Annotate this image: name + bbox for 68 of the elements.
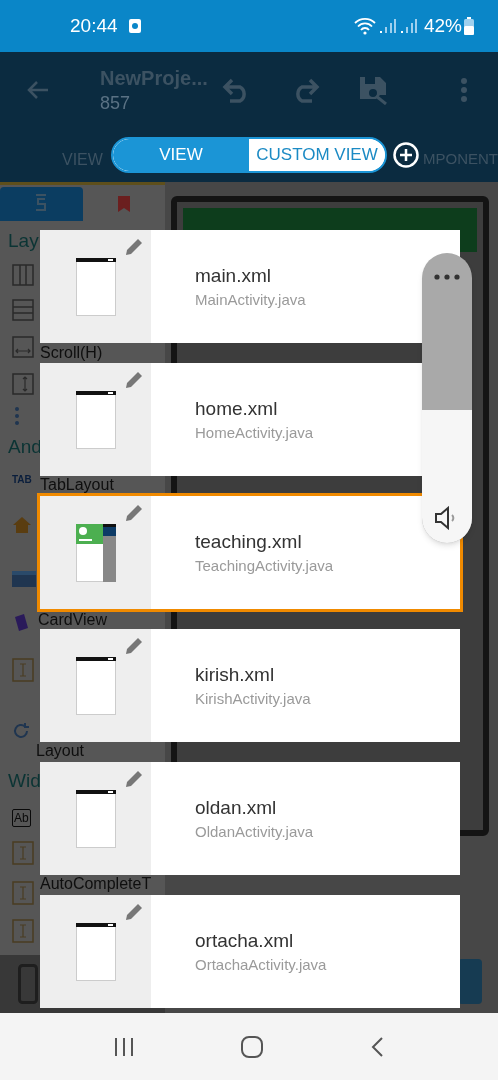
activity-name: HomeActivity.java [195,422,314,443]
file-name: teaching.xml [195,529,303,554]
columns-icon [12,263,34,286]
file-card[interactable]: kirish.xml KirishActivity.java [40,629,460,742]
vertical-scroll-icon [12,372,34,395]
file-name: oldan.xml [195,795,278,820]
dots-icon [12,405,22,427]
layout-thumbnail [75,390,116,449]
wifi-icon [353,17,376,35]
activity-name: OrtachaActivity.java [195,954,327,975]
toggle-tab[interactable]: VIEW [113,138,249,171]
layout-thumbnail [75,789,116,848]
text-field-icon [12,919,34,943]
pencil-icon[interactable] [125,637,143,655]
palette-item[interactable]: CardView [38,611,108,629]
pencil-icon[interactable] [125,903,143,921]
home-icon[interactable] [240,1034,264,1059]
palette-item[interactable]: TabLayout [40,476,114,494]
text-field-icon [12,840,34,865]
pencil-icon[interactable] [125,504,143,522]
text-view-icon: Ab [12,808,31,827]
section-header: Wid [8,770,41,792]
palette-item[interactable]: Layout [36,742,85,760]
bookmark-icon [117,196,130,212]
horizontal-scroll-icon [12,336,34,358]
layout-thumbnail [75,922,116,981]
pencil-icon[interactable] [125,238,143,256]
more-icon[interactable] [434,274,460,280]
palette-item[interactable]: Scroll(H) [40,344,103,362]
file-card[interactable]: ortacha.xml OrtachaActivity.java [40,895,460,1008]
toolbar-icon [12,571,36,587]
file-card[interactable]: main.xml MainActivity.java [40,230,460,343]
battery-icon [464,17,474,35]
activity-name: TeachingActivity.java [195,555,334,576]
battery-percentage: 42% [423,13,462,38]
layout-thumbnail [75,257,116,316]
section-header: Lay [8,230,39,252]
activity-name: KirishActivity.java [195,688,311,709]
file-name: home.xml [195,396,279,421]
volume-dialog[interactable] [422,253,472,543]
activity-name: OldanActivity.java [195,821,314,842]
palette-item[interactable]: AutoCompleteT [40,875,152,893]
file-name: ortacha.xml [195,928,295,953]
house-icon [12,516,32,534]
refresh-icon [12,722,30,740]
add-icon[interactable] [393,141,419,168]
source-icon [35,194,48,214]
layout-thumbnail [75,656,116,715]
project-subtitle: 857 [100,91,132,115]
activity-name: MainActivity.java [195,289,306,310]
text-field-icon [12,658,34,682]
file-name: kirish.xml [195,662,276,687]
file-card[interactable]: teaching.xml TeachingActivity.java [37,493,463,612]
layout-thumbnail [75,523,116,582]
recent-apps-icon[interactable] [112,1035,135,1058]
file-card[interactable]: oldan.xml OldanActivity.java [40,762,460,875]
signal-icon [378,18,397,34]
pencil-icon[interactable] [125,770,143,788]
rows-icon [12,298,34,321]
file-name: main.xml [195,263,272,288]
pencil-icon[interactable] [125,371,143,389]
clock-time: 20:44 [70,13,118,38]
text-field-icon [12,880,34,905]
camera-notification-icon [127,18,142,34]
back-icon[interactable] [369,1035,386,1058]
signal-icon [399,18,418,34]
tab-icon: TAB [12,472,34,487]
action-button[interactable] [458,959,482,1004]
